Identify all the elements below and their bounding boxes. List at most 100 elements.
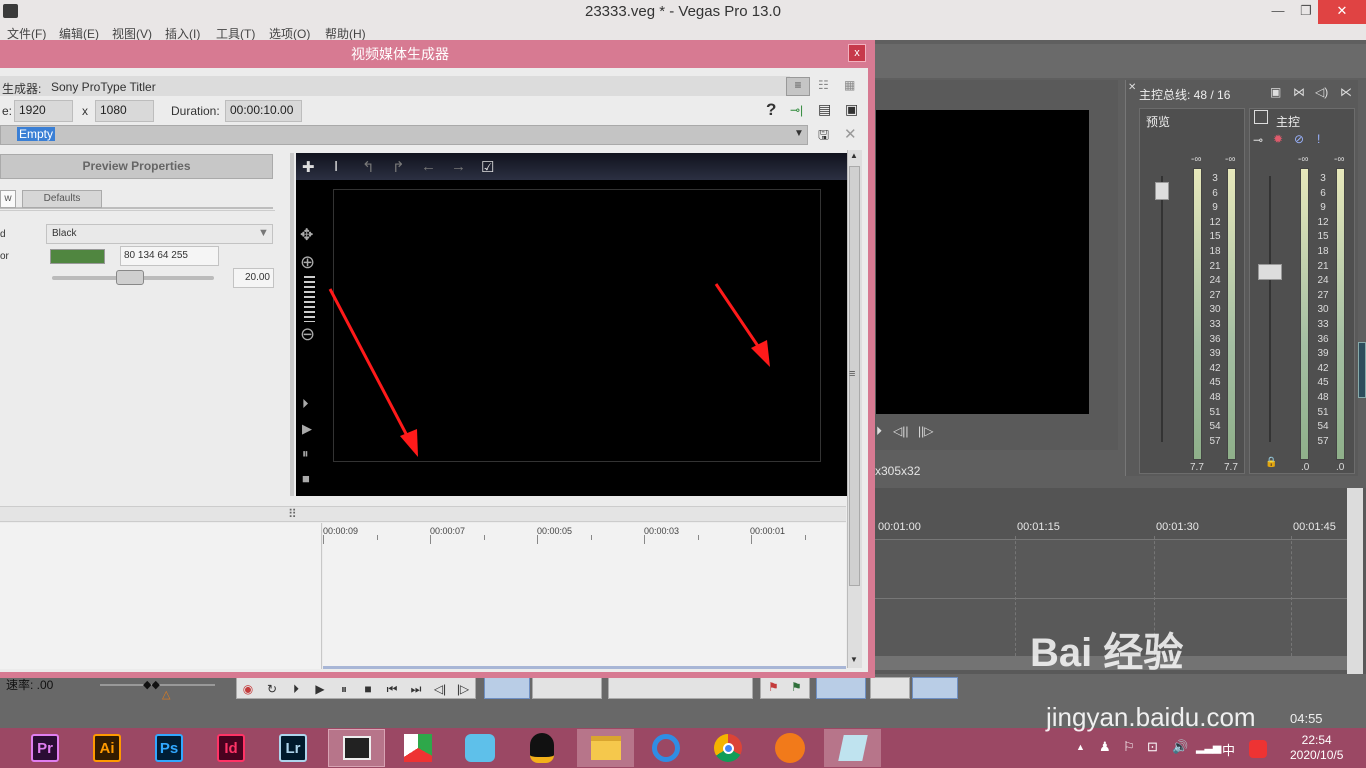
tab-preview[interactable]: w: [0, 190, 16, 208]
preview-fader-handle[interactable]: [1155, 182, 1169, 200]
prev-frame-icon[interactable]: ⏵: [876, 424, 882, 439]
stop-button[interactable]: ■: [358, 680, 378, 698]
db-scale-tick: 12: [1317, 216, 1329, 228]
close-window-button[interactable]: ✕: [1318, 0, 1366, 24]
taskbar-chrome[interactable]: [703, 729, 753, 767]
taskbar-app-kite[interactable]: [393, 729, 443, 767]
loop-button[interactable]: ↻: [262, 680, 282, 698]
pause-button[interactable]: ⏸: [334, 680, 354, 698]
tab-defaults[interactable]: Defaults: [22, 190, 102, 208]
width-field[interactable]: 1920: [14, 100, 73, 122]
tray-network-icon[interactable]: ⊡: [1147, 739, 1158, 755]
tray-qq-icon[interactable]: ♟: [1099, 739, 1111, 755]
system-clock[interactable]: 22:54 2020/10/5: [1290, 733, 1343, 763]
selection-tools[interactable]: [816, 677, 866, 699]
taskbar-qq[interactable]: [517, 729, 567, 767]
scroll-down-icon[interactable]: ▼: [850, 655, 858, 664]
timeline-scroll-indicator[interactable]: [323, 666, 846, 669]
orange-app-icon: [775, 733, 805, 763]
timeline-splitter[interactable]: [0, 506, 846, 522]
background-select[interactable]: Black: [46, 224, 273, 244]
duration-field[interactable]: 00:00:10.00: [225, 100, 302, 122]
baidu-watermark: Bai 经验: [1030, 631, 1184, 675]
prev-frame-button[interactable]: ◁|: [430, 680, 450, 698]
taskbar-browser-q[interactable]: [641, 729, 691, 767]
scroll-up-icon[interactable]: ▲: [850, 151, 858, 160]
tray-sogou-icon[interactable]: [1249, 740, 1267, 758]
panel-close-icon[interactable]: ✕: [1128, 82, 1136, 93]
save-preset-icon[interactable]: 🖫: [818, 126, 829, 148]
next-frame-button[interactable]: |▷: [453, 680, 473, 698]
master-fx-icon[interactable]: ✹: [1273, 132, 1283, 146]
taskbar-app-chat[interactable]: [455, 729, 505, 767]
view-grid-icon[interactable]: ▦: [844, 78, 855, 92]
master-route-icon[interactable]: ⊸: [1253, 133, 1263, 147]
opacity-value-field[interactable]: 20.00: [233, 268, 274, 288]
taskbar-indesign[interactable]: Id: [206, 729, 256, 767]
delete-preset-icon[interactable]: ✕: [844, 125, 857, 143]
tray-signal-icon[interactable]: ▂▃▅: [1196, 741, 1221, 754]
tray-flag-icon[interactable]: ⚐: [1123, 739, 1135, 755]
preset-dropdown[interactable]: [0, 125, 808, 145]
snap-tools[interactable]: [870, 677, 910, 699]
panels-icon[interactable]: ▤: [818, 101, 831, 118]
edit-mode-button[interactable]: [484, 677, 530, 699]
help-icon[interactable]: ?: [766, 100, 776, 120]
height-field[interactable]: 1080: [95, 100, 154, 122]
region-icon[interactable]: ⚑: [791, 680, 802, 694]
view-list-icon[interactable]: ≡: [786, 77, 810, 96]
taskbar-file-explorer[interactable]: [577, 729, 634, 767]
db-scale-tick: 9: [1320, 202, 1326, 214]
color-swatch[interactable]: [50, 249, 105, 264]
master-fader-handle[interactable]: [1258, 264, 1282, 280]
panel-splitter[interactable]: [290, 153, 294, 496]
taskbar-lightroom[interactable]: Lr: [268, 729, 318, 767]
dialog-close-button[interactable]: x: [848, 44, 866, 62]
timeline-vscroll[interactable]: [1347, 488, 1363, 674]
bus-fx-icon[interactable]: ⋉: [1340, 85, 1352, 99]
go-end-button[interactable]: ⏭: [406, 680, 426, 698]
db-scale-tick: 42: [1317, 362, 1329, 374]
side-scroll-handle[interactable]: [1358, 342, 1366, 398]
match-event-icon[interactable]: ⊸|: [790, 103, 803, 117]
plugin-chain-icon[interactable]: ▣: [845, 101, 858, 118]
play-button[interactable]: ▶: [310, 680, 330, 698]
auto-ripple-tools[interactable]: [912, 677, 958, 699]
tray-expand-icon[interactable]: ▲: [1076, 742, 1085, 752]
tray-ime[interactable]: 中: [1222, 740, 1235, 759]
grip-icon[interactable]: ⠿: [288, 507, 297, 521]
color-value-field[interactable]: 80 134 64 255: [120, 246, 219, 266]
play-from-start-button[interactable]: ⏵: [286, 680, 306, 698]
db-scale-tick: 36: [1317, 333, 1329, 345]
marker-icon[interactable]: ⚑: [768, 680, 779, 694]
taskbar-photoshop[interactable]: Ps: [144, 729, 194, 767]
speaker-icon[interactable]: ◁): [1315, 85, 1328, 99]
step-forward-icon[interactable]: ||▷: [918, 424, 933, 438]
taskbar-premiere[interactable]: Pr: [20, 729, 70, 767]
window-title: 23333.veg * - Vegas Pro 13.0: [585, 3, 781, 20]
opacity-slider-thumb[interactable]: [116, 270, 145, 285]
bus-route-icon[interactable]: ⋈: [1293, 85, 1305, 99]
taskbar-illustrator[interactable]: Ai: [82, 729, 132, 767]
timeline-ruler[interactable]: [875, 488, 1347, 540]
tray-volume-icon[interactable]: 🔊: [1172, 739, 1188, 755]
rate-thumb-icon[interactable]: ◆◆: [143, 678, 160, 691]
taskbar-vegas[interactable]: [328, 729, 385, 767]
lock-icon[interactable]: 🔒: [1265, 457, 1277, 468]
taskbar-app-notes[interactable]: [824, 729, 881, 767]
chevron-down-icon[interactable]: ▼: [258, 227, 269, 239]
taskbar-app-orange[interactable]: [765, 729, 815, 767]
record-button[interactable]: ◉: [238, 680, 258, 698]
master-info-icon[interactable]: !: [1317, 132, 1320, 146]
preset-value[interactable]: Empty: [17, 127, 56, 141]
master-mute-icon[interactable]: [1254, 110, 1268, 124]
go-start-button[interactable]: ⏮: [382, 680, 402, 698]
keyframe-area[interactable]: [323, 545, 846, 669]
step-back-icon[interactable]: ◁||: [893, 424, 908, 438]
db-scale-tick: 24: [1209, 275, 1221, 287]
chevron-down-icon[interactable]: ▼: [794, 128, 804, 139]
bus-settings-icon[interactable]: ▣: [1270, 85, 1281, 99]
view-details-icon[interactable]: ☷: [818, 78, 829, 92]
chat-bubble-icon: [465, 734, 495, 762]
master-disable-icon[interactable]: ⊘: [1294, 132, 1304, 146]
